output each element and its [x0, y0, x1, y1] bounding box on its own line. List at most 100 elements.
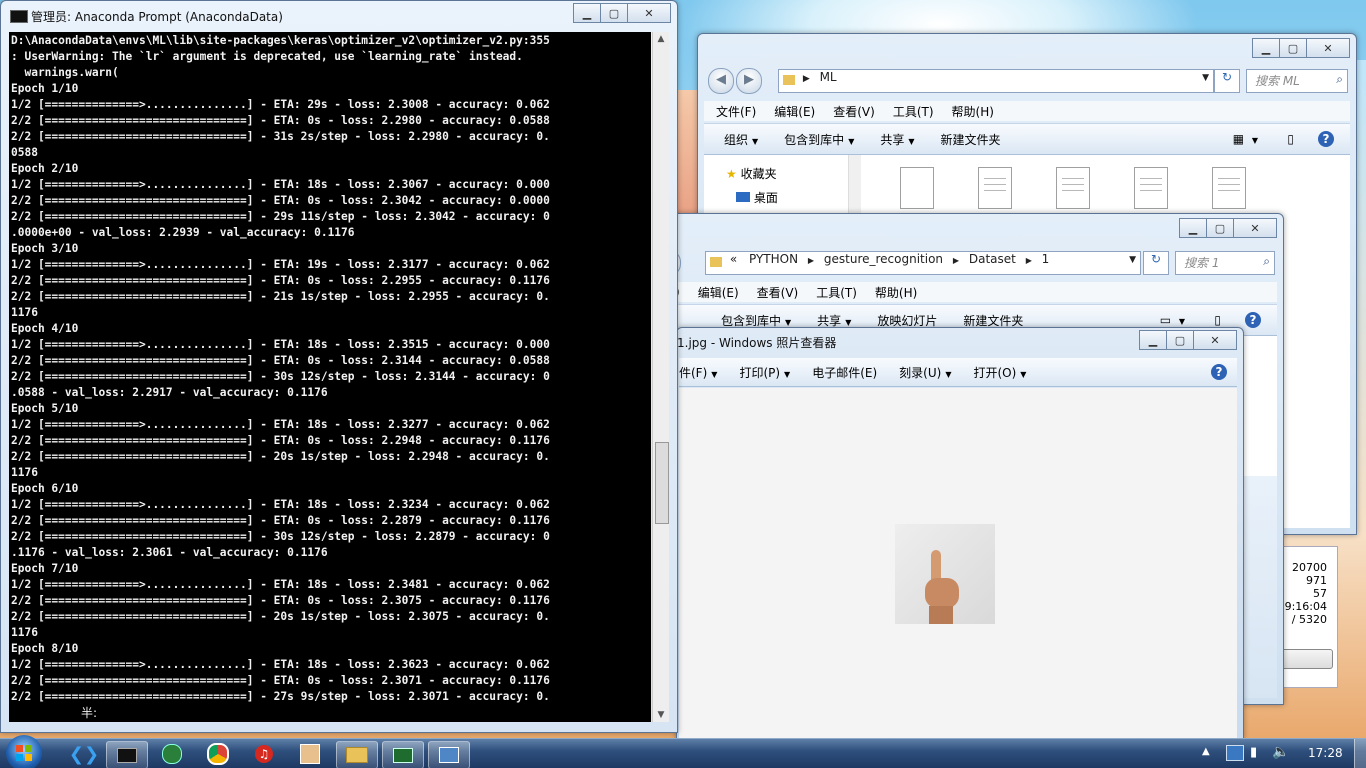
show-hidden-icons[interactable]: ▲ [1202, 746, 1210, 757]
menu-help[interactable]: 帮助(H) [875, 284, 917, 301]
breadcrumb-python[interactable]: PYTHON [749, 252, 798, 266]
menu-file[interactable]: 件(F) ▼ [679, 364, 717, 381]
close-button[interactable]: ✕ [627, 3, 671, 23]
menu-edit[interactable]: 编辑(E) [774, 103, 815, 120]
taskbar-explorer[interactable] [336, 741, 378, 768]
new-folder-button[interactable]: 新建文件夹 [941, 131, 1001, 148]
scroll-down-icon[interactable]: ▼ [656, 710, 666, 720]
window-title: 管理员: Anaconda Prompt (AnacondaData) [31, 10, 283, 24]
menu-view[interactable]: 查看(V) [757, 284, 799, 301]
console-line: 1176 [11, 466, 38, 479]
taskbar-chrome[interactable] [198, 741, 238, 767]
taskbar-netease-music[interactable]: ♫ [244, 741, 284, 767]
email-button[interactable]: 电子邮件(E) [812, 364, 877, 381]
console-line: Epoch 6/10 [11, 482, 79, 495]
minimize-button[interactable]: ▁ [573, 3, 601, 23]
back-button[interactable]: ◀ [708, 68, 734, 94]
breadcrumb-ml[interactable]: ML [820, 70, 837, 84]
volume-icon[interactable]: 🔈 [1272, 744, 1289, 760]
help-icon[interactable]: ? [1245, 312, 1261, 328]
include-in-library-button[interactable]: 包含到库中 ▼ [784, 131, 854, 148]
address-bar[interactable]: « PYTHON ▶ gesture_recognition ▶ Dataset… [705, 251, 1141, 275]
maximize-button[interactable]: ▢ [1166, 330, 1194, 350]
scroll-thumb[interactable] [655, 442, 669, 524]
network-icon[interactable]: ▮ [1250, 745, 1257, 760]
minimize-button[interactable]: ▁ [1179, 218, 1207, 238]
nav-desktop[interactable]: 桌面 [736, 189, 778, 206]
taskbar-photo-viewer[interactable] [428, 741, 470, 768]
menu-help[interactable]: 帮助(H) [952, 103, 994, 120]
file-icon[interactable] [1134, 167, 1168, 209]
maximize-button[interactable]: ▢ [600, 3, 628, 23]
console-line: 1/2 [==============>...............] - E… [11, 98, 550, 111]
refresh-icon: ↻ [1221, 70, 1233, 84]
forward-button[interactable]: ▶ [736, 68, 762, 94]
console-line: Epoch 5/10 [11, 402, 79, 415]
star-icon: ★ [726, 167, 737, 181]
address-bar[interactable]: ▶ ML ▼ [778, 69, 1214, 93]
menu-view[interactable]: 查看(V) [833, 103, 875, 120]
file-icon[interactable] [900, 167, 934, 209]
taskbar-vscode[interactable]: ❮❯ [64, 741, 104, 767]
close-button[interactable]: ✕ [1306, 38, 1350, 58]
taskbar-app2[interactable] [382, 741, 424, 768]
menu-edit[interactable]: 编辑(E) [698, 284, 739, 301]
start-button[interactable] [6, 735, 42, 768]
breadcrumb-dataset[interactable]: Dataset [969, 252, 1016, 266]
share-button[interactable]: 共享 ▼ [817, 312, 851, 329]
taskbar-console[interactable] [106, 741, 148, 768]
help-icon[interactable]: ? [1318, 131, 1334, 147]
console-line: warnings.warn( [24, 66, 119, 79]
clock[interactable]: 17:28 [1308, 746, 1343, 760]
taskbar-image-app[interactable] [290, 741, 330, 767]
menu-file[interactable]: 文件(F) [716, 103, 756, 120]
new-folder-button[interactable]: 新建文件夹 [963, 312, 1023, 329]
breadcrumb-1[interactable]: 1 [1042, 252, 1050, 266]
chevron-down-icon[interactable]: ▼ [1202, 73, 1209, 83]
maximize-button[interactable]: ▢ [1279, 38, 1307, 58]
console-line: 2/2 [==============================] - 2… [11, 610, 550, 623]
menu-tools[interactable]: 工具(T) [893, 103, 934, 120]
view-options-icon[interactable]: ▭ ▼ [1160, 313, 1185, 327]
photo-viewer-icon [439, 747, 459, 763]
view-options-icon[interactable]: ▦ ▼ [1233, 132, 1258, 146]
scroll-up-icon[interactable]: ▲ [656, 34, 666, 44]
search-input[interactable]: 搜索 1 ⌕ [1175, 251, 1275, 275]
ime-icon[interactable] [1226, 745, 1244, 761]
chevron-down-icon[interactable]: ▼ [1129, 255, 1136, 265]
console-scrollbar[interactable]: ▲ ▼ [652, 32, 669, 722]
nav-favorites[interactable]: ★ 收藏夹 [726, 165, 777, 182]
console-text: D:\AnacondaData\envs\ML\lib\site-package… [9, 32, 651, 705]
open-button[interactable]: 打开(O) ▼ [973, 364, 1026, 381]
console-output[interactable]: D:\AnacondaData\envs\ML\lib\site-package… [9, 32, 651, 722]
help-icon[interactable]: ? [1211, 364, 1227, 380]
file-icon[interactable] [1056, 167, 1090, 209]
refresh-button[interactable]: ↻ [1143, 251, 1169, 275]
refresh-button[interactable]: ↻ [1214, 69, 1240, 93]
file-icon[interactable] [1212, 167, 1246, 209]
taskbar-app[interactable] [152, 741, 192, 767]
folder-icon [346, 747, 368, 763]
maximize-button[interactable]: ▢ [1206, 218, 1234, 238]
search-input[interactable]: 搜索 ML ⌕ [1246, 69, 1348, 93]
minimize-button[interactable]: ▁ [1139, 330, 1167, 350]
console-line: 1/2 [==============>...............] - E… [11, 258, 550, 271]
console-line: 2/2 [==============================] - 2… [11, 450, 550, 463]
slideshow-button[interactable]: 放映幻灯片 [877, 312, 937, 329]
show-desktop-button[interactable] [1354, 739, 1366, 768]
share-button[interactable]: 共享 ▼ [880, 131, 914, 148]
print-button[interactable]: 打印(P) ▼ [739, 364, 790, 381]
preview-pane-icon[interactable]: ▯ [1214, 313, 1221, 327]
menu-tools[interactable]: 工具(T) [816, 284, 857, 301]
minimize-button[interactable]: ▁ [1252, 38, 1280, 58]
file-icon[interactable] [978, 167, 1012, 209]
organize-button[interactable]: 组织 ▼ [724, 131, 758, 148]
console-line: 1/2 [==============>...............] - E… [11, 178, 550, 191]
close-button[interactable]: ✕ [1193, 330, 1237, 350]
burn-button[interactable]: 刻录(U) ▼ [899, 364, 951, 381]
preview-pane-icon[interactable]: ▯ [1287, 132, 1294, 146]
close-button[interactable]: ✕ [1233, 218, 1277, 238]
nav-scrollbar[interactable] [848, 155, 861, 215]
breadcrumb-gesture-recognition[interactable]: gesture_recognition [824, 252, 943, 266]
include-in-library-button[interactable]: 包含到库中 ▼ [721, 312, 791, 329]
